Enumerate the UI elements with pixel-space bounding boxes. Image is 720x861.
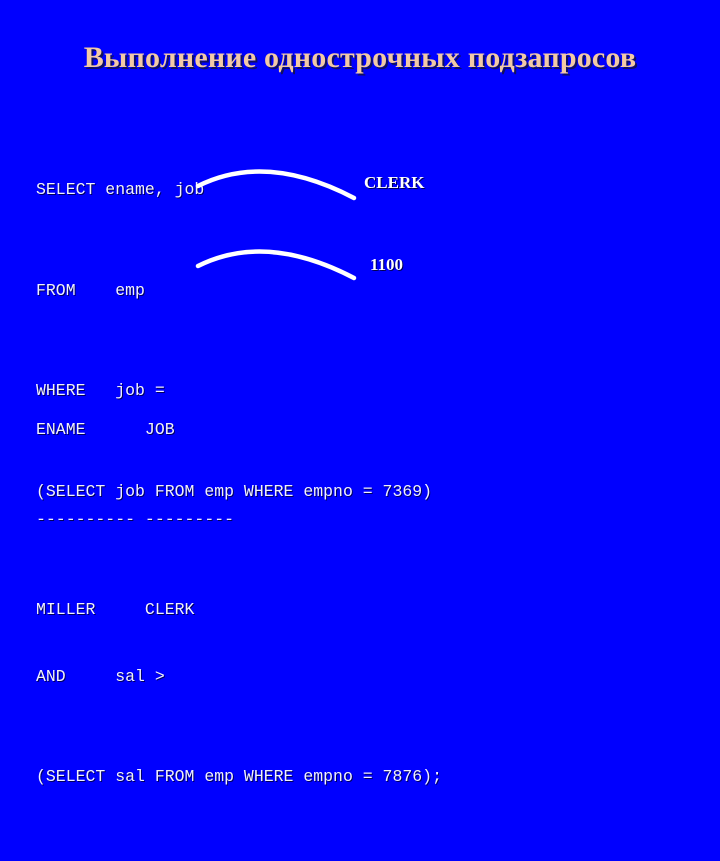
- code-line-select: SELECT ename, job: [36, 180, 205, 199]
- query-results-block: ENAME JOB ---------- --------- MILLER CL…: [36, 355, 456, 685]
- results-data-row: MILLER CLERK: [36, 600, 195, 619]
- results-header-row: ENAME JOB: [36, 420, 175, 439]
- results-separator-row: ---------- ---------: [36, 510, 235, 529]
- callout-label-clerk: CLERK: [364, 173, 425, 192]
- code-line-subquery-sal: (SELECT sal FROM emp WHERE empno = 7876)…: [36, 767, 442, 786]
- page-title: Выполнение однострочных подзапросов: [83, 41, 637, 74]
- slide-canvas: Выполнение однострочных подзапросов SELE…: [0, 0, 720, 786]
- code-line-from: FROM emp: [36, 280, 145, 300]
- callout-label-1100: 1100: [370, 255, 404, 274]
